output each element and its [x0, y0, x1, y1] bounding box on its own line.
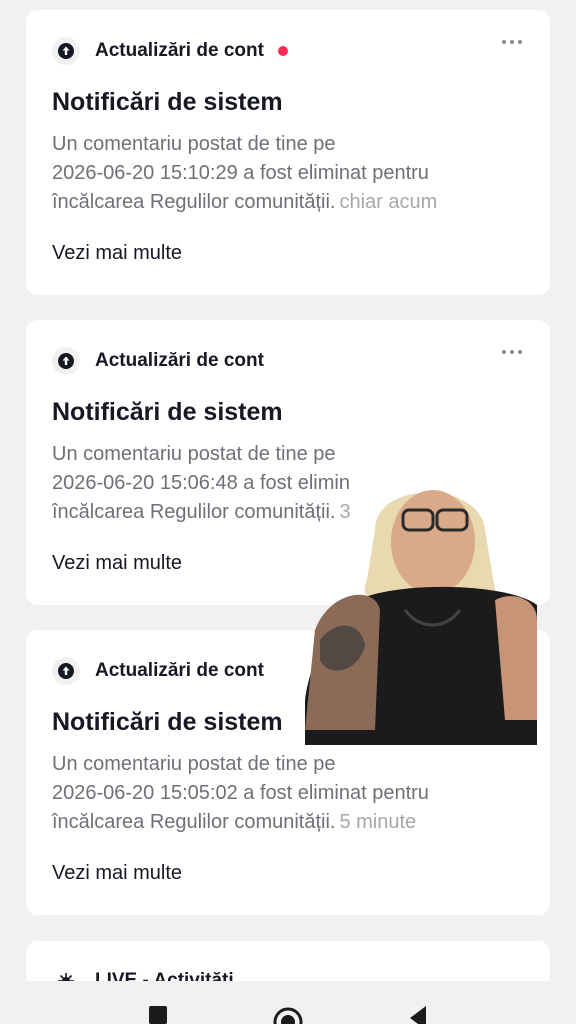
- video-overlay-person[interactable]: [305, 470, 537, 745]
- see-more-link[interactable]: Vezi mai multe: [52, 242, 182, 265]
- card-title: Notificări de sistem: [52, 88, 283, 116]
- card-header: Actualizări de cont: [52, 347, 264, 375]
- triangle-back-icon[interactable]: [398, 1002, 438, 1024]
- notification-card[interactable]: Actualizări de cont Notificări de sistem…: [26, 10, 550, 295]
- body-line: Un comentariu postat de tine pe: [52, 753, 336, 775]
- square-icon[interactable]: [138, 1002, 178, 1024]
- system-navbar: [0, 982, 576, 1024]
- body-line: 2026-06-20 15:10:29 a fost eliminat pent…: [52, 162, 429, 184]
- arrow-up-circle-icon: [52, 657, 80, 685]
- timestamp: chiar acum: [339, 191, 438, 213]
- body-line: încălcarea Regulilor comunității.: [52, 501, 336, 523]
- category-label: Actualizări de cont: [95, 40, 264, 61]
- see-more-link[interactable]: Vezi mai multe: [52, 862, 182, 885]
- unread-dot: [277, 46, 288, 56]
- card-header: Actualizări de cont: [52, 37, 288, 65]
- timestamp: 5 minute: [339, 811, 417, 833]
- more-options-icon[interactable]: [502, 40, 522, 44]
- card-header: Actualizări de cont: [52, 657, 264, 685]
- card-title: Notificări de sistem: [52, 708, 283, 736]
- live-icon: [52, 967, 80, 981]
- card-header: LIVE - Activități: [52, 967, 234, 981]
- arrow-up-circle-icon: [52, 347, 80, 375]
- arrow-up-circle-icon: [52, 37, 80, 65]
- body-line: Un comentariu postat de tine pe: [52, 133, 336, 155]
- body-line: Un comentariu postat de tine pe: [52, 443, 336, 465]
- circle-home-icon[interactable]: [268, 1002, 308, 1024]
- body-line: 2026-06-20 15:05:02 a fost eliminat pent…: [52, 782, 429, 804]
- card-body: Un comentariu postat de tine pe 2026-06-…: [52, 130, 532, 217]
- notification-card[interactable]: LIVE - Activități: [26, 941, 550, 981]
- category-label: LIVE - Activități: [95, 970, 234, 981]
- card-title: Notificări de sistem: [52, 398, 283, 426]
- category-label: Actualizări de cont: [95, 660, 264, 681]
- more-options-icon[interactable]: [502, 350, 522, 354]
- notifications-page: Actualizări de cont Notificări de sistem…: [0, 0, 576, 1024]
- category-label: Actualizări de cont: [95, 350, 264, 371]
- see-more-link[interactable]: Vezi mai multe: [52, 552, 182, 575]
- body-line: încălcarea Regulilor comunității.: [52, 191, 336, 213]
- body-line: încălcarea Regulilor comunității.: [52, 811, 336, 833]
- card-body: Un comentariu postat de tine pe 2026-06-…: [52, 750, 532, 837]
